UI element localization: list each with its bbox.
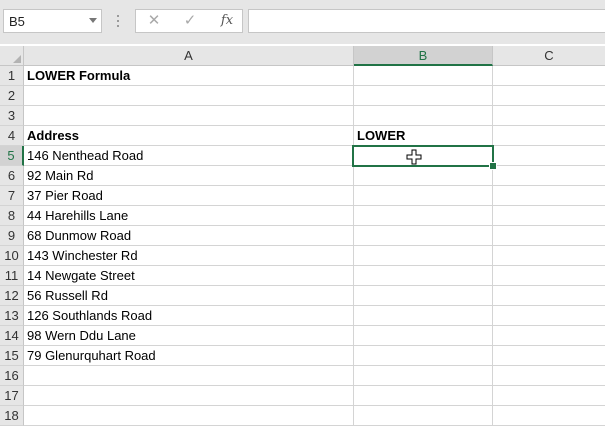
cell-a1[interactable]: LOWER Formula [24, 66, 354, 86]
cell-b14[interactable] [354, 326, 493, 346]
cell-c9[interactable] [493, 226, 605, 246]
formula-bar: B5 ✕ ✓ fx [0, 0, 605, 44]
cell-a13[interactable]: 126 Southlands Road [24, 306, 354, 326]
select-all-triangle-icon [13, 55, 21, 63]
row-header[interactable]: 2 [0, 86, 24, 106]
cell-c8[interactable] [493, 206, 605, 226]
cell-c3[interactable] [493, 106, 605, 126]
formula-input[interactable] [248, 9, 605, 33]
cell-a16[interactable] [24, 366, 354, 386]
cell-a10[interactable]: 143 Winchester Rd [24, 246, 354, 266]
row-header[interactable]: 9 [0, 226, 24, 246]
column-header-b[interactable]: B [354, 46, 493, 66]
cell-a7[interactable]: 37 Pier Road [24, 186, 354, 206]
insert-function-icon[interactable]: fx [216, 12, 238, 30]
cell-a15[interactable]: 79 Glenurquhart Road [24, 346, 354, 366]
cell-b4[interactable]: LOWER [354, 126, 493, 146]
cell-b18[interactable] [354, 406, 493, 426]
cell-c7[interactable] [493, 186, 605, 206]
row-header[interactable]: 5 [0, 146, 24, 166]
cell-a17[interactable] [24, 386, 354, 406]
cell-c6[interactable] [493, 166, 605, 186]
cell-a3[interactable] [24, 106, 354, 126]
row-header[interactable]: 16 [0, 366, 24, 386]
row-header[interactable]: 14 [0, 326, 24, 346]
row-header[interactable]: 8 [0, 206, 24, 226]
row-header[interactable]: 12 [0, 286, 24, 306]
row-header[interactable]: 18 [0, 406, 24, 426]
cell-a2[interactable] [24, 86, 354, 106]
row-header[interactable]: 7 [0, 186, 24, 206]
cell-a11[interactable]: 14 Newgate Street [24, 266, 354, 286]
cell-b15[interactable] [354, 346, 493, 366]
cell-a8[interactable]: 44 Harehills Lane [24, 206, 354, 226]
cancel-icon[interactable]: ✕ [143, 12, 165, 30]
row-header[interactable]: 15 [0, 346, 24, 366]
cell-b17[interactable] [354, 386, 493, 406]
cell-b1[interactable] [354, 66, 493, 86]
fill-handle[interactable] [489, 162, 497, 170]
cell-c4[interactable] [493, 126, 605, 146]
chevron-down-icon[interactable] [89, 18, 97, 23]
cell-b13[interactable] [354, 306, 493, 326]
cell-c17[interactable] [493, 386, 605, 406]
cell-b2[interactable] [354, 86, 493, 106]
cell-c14[interactable] [493, 326, 605, 346]
cell-a14[interactable]: 98 Wern Ddu Lane [24, 326, 354, 346]
name-box-value: B5 [9, 14, 25, 29]
formula-buttons: ✕ ✓ fx [135, 9, 243, 33]
cell-c11[interactable] [493, 266, 605, 286]
select-all-button[interactable] [0, 46, 24, 66]
cell-c5[interactable] [493, 146, 605, 166]
selected-cell-border [352, 145, 494, 167]
cell-c2[interactable] [493, 86, 605, 106]
cell-c16[interactable] [493, 366, 605, 386]
row-header[interactable]: 17 [0, 386, 24, 406]
row-header[interactable]: 11 [0, 266, 24, 286]
cell-a9[interactable]: 68 Dunmow Road [24, 226, 354, 246]
cell-c18[interactable] [493, 406, 605, 426]
cell-b3[interactable] [354, 106, 493, 126]
cell-b16[interactable] [354, 366, 493, 386]
cell-a12[interactable]: 56 Russell Rd [24, 286, 354, 306]
cell-c15[interactable] [493, 346, 605, 366]
cell-b12[interactable] [354, 286, 493, 306]
cell-c13[interactable] [493, 306, 605, 326]
cell-b7[interactable] [354, 186, 493, 206]
enter-icon[interactable]: ✓ [179, 12, 201, 30]
row-header[interactable]: 10 [0, 246, 24, 266]
cell-c12[interactable] [493, 286, 605, 306]
row-header[interactable]: 1 [0, 66, 24, 86]
cell-a18[interactable] [24, 406, 354, 426]
name-box[interactable]: B5 [3, 9, 102, 33]
cell-c10[interactable] [493, 246, 605, 266]
row-header[interactable]: 4 [0, 126, 24, 146]
cell-cursor-icon [406, 149, 422, 165]
cell-b10[interactable] [354, 246, 493, 266]
cell-c1[interactable] [493, 66, 605, 86]
cell-a6[interactable]: 92 Main Rd [24, 166, 354, 186]
cell-b6[interactable] [354, 166, 493, 186]
cell-a4[interactable]: Address [24, 126, 354, 146]
row-header[interactable]: 6 [0, 166, 24, 186]
row-header[interactable]: 13 [0, 306, 24, 326]
cell-b9[interactable] [354, 226, 493, 246]
grip-dots-icon [117, 15, 120, 29]
cell-b11[interactable] [354, 266, 493, 286]
cell-a5[interactable]: 146 Nenthead Road [24, 146, 354, 166]
cell-b8[interactable] [354, 206, 493, 226]
column-header-a[interactable]: A [24, 46, 354, 66]
column-header-c[interactable]: C [493, 46, 605, 66]
row-header[interactable]: 3 [0, 106, 24, 126]
